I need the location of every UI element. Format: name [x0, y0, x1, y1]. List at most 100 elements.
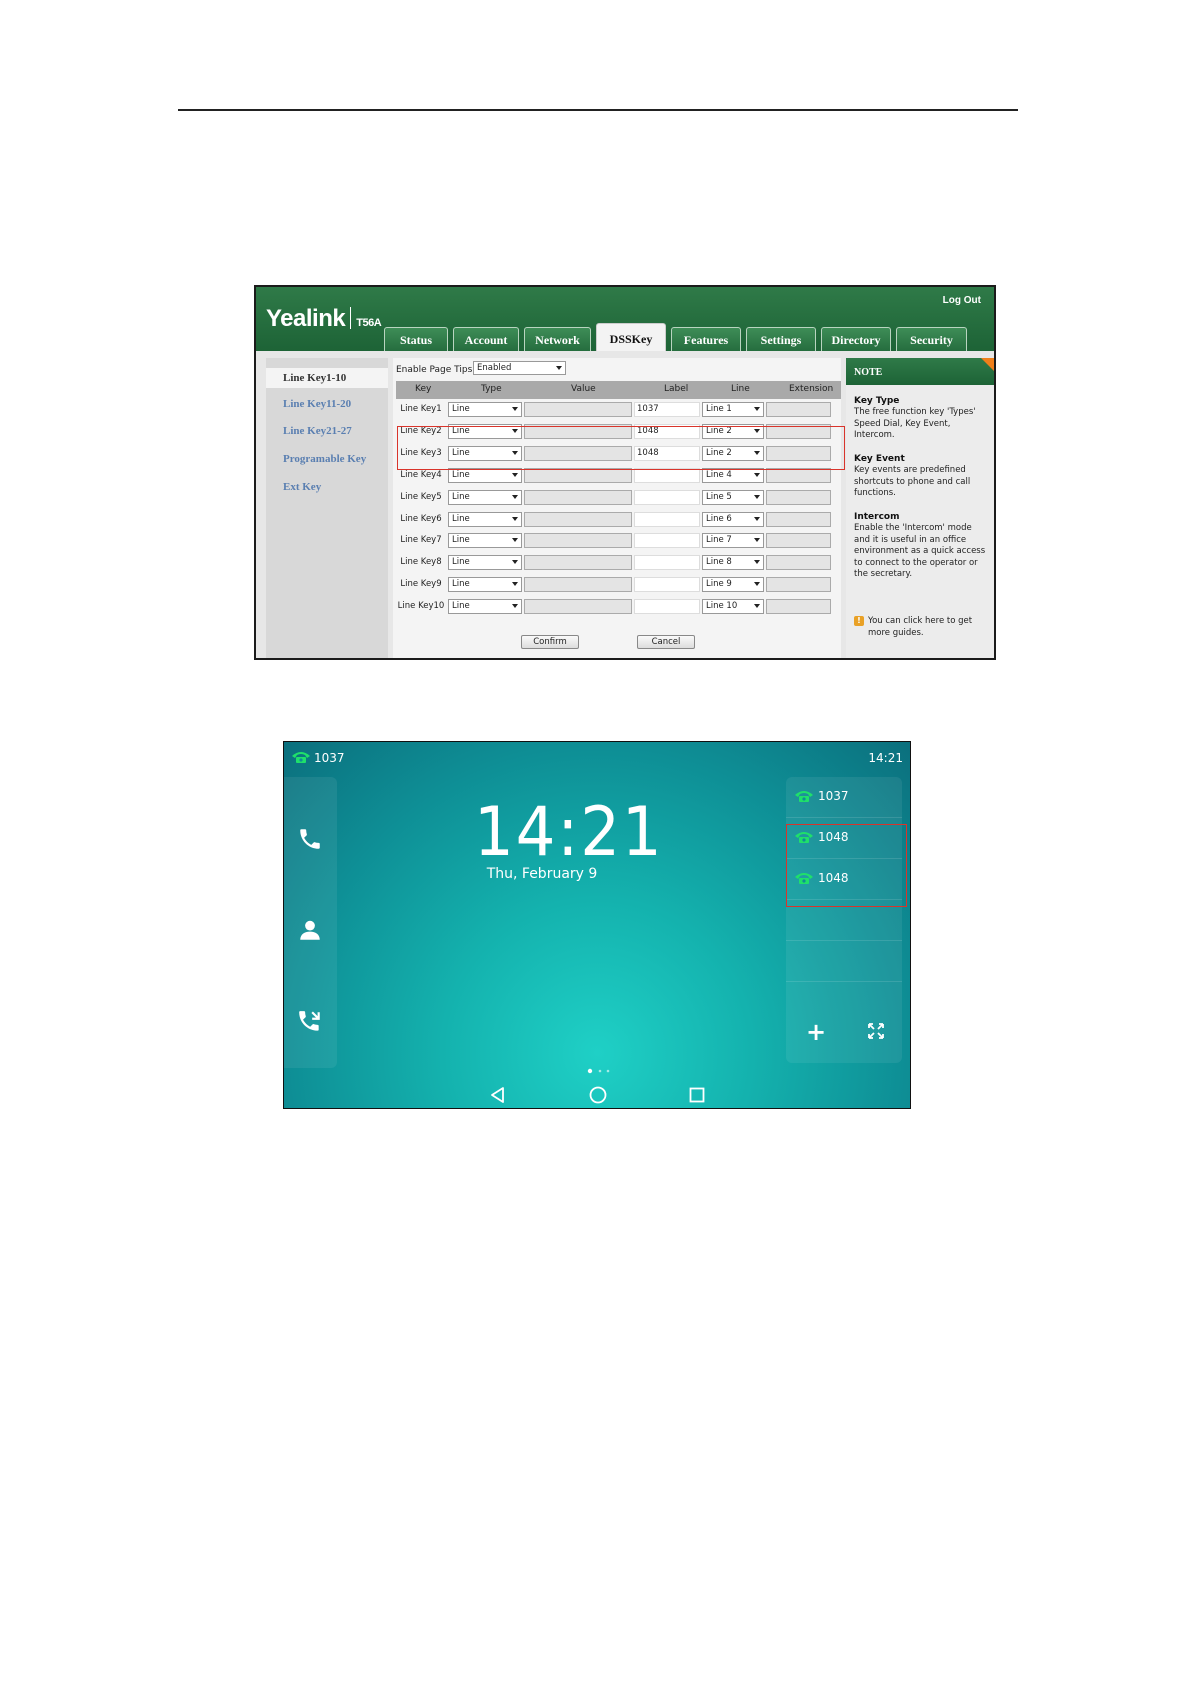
chevron-down-icon [512, 604, 518, 609]
value-field[interactable] [524, 555, 632, 571]
note-header: NOTE [846, 358, 994, 385]
page-tips-select[interactable]: Enabled [473, 361, 566, 375]
chevron-down-icon [754, 494, 760, 499]
line-select[interactable]: Line 8 [702, 555, 764, 571]
chevron-down-icon [754, 516, 760, 521]
tab-settings[interactable]: Settings [746, 327, 816, 351]
line-key-label: 1037 [818, 789, 849, 803]
label-field[interactable] [634, 511, 700, 527]
home-icon[interactable] [588, 1085, 608, 1105]
add-icon[interactable]: + [806, 1020, 826, 1044]
page-tips-label: Enable Page Tips [396, 365, 473, 375]
line-select[interactable]: Line 10 [702, 599, 764, 615]
back-icon[interactable] [488, 1085, 508, 1105]
guide-icon[interactable]: ! [854, 616, 864, 626]
line-select[interactable]: Line 1 [702, 402, 764, 417]
key-name: Line Key1 [400, 404, 442, 414]
type-select[interactable]: Line [448, 402, 522, 417]
tab-network[interactable]: Network [524, 327, 591, 351]
type-select[interactable]: Line [448, 577, 522, 593]
chevron-down-icon [512, 560, 518, 565]
chevron-down-icon [754, 538, 760, 543]
table-row: Line Key9 Line Line 9 [396, 575, 841, 596]
chevron-down-icon [512, 407, 518, 411]
tab-security[interactable]: Security [896, 327, 967, 351]
label-field[interactable] [634, 533, 700, 549]
confirm-button[interactable]: Confirm [521, 635, 579, 649]
extension-field[interactable] [766, 577, 831, 593]
extension-field[interactable] [766, 511, 831, 527]
chevron-down-icon [754, 560, 760, 565]
type-select[interactable]: Line [448, 555, 522, 571]
label-field[interactable] [634, 555, 700, 571]
key-name: Line Key7 [400, 535, 442, 546]
note-guide-link[interactable]: You can click here to get more guides. [868, 616, 988, 639]
contacts-icon[interactable] [297, 917, 323, 943]
left-dock [284, 777, 337, 1068]
note-title-key-event: Key Event [854, 454, 905, 464]
line-select[interactable]: Line 7 [702, 533, 764, 549]
line-key-panel: Enable Page Tips Enabled Key Type Value … [393, 358, 841, 658]
type-select[interactable]: Line [448, 489, 522, 505]
recent-apps-icon[interactable] [687, 1085, 707, 1105]
line-select[interactable]: Line 9 [702, 577, 764, 593]
note-title-key-type: Key Type [854, 396, 900, 406]
chevron-down-icon [556, 366, 562, 370]
chevron-down-icon [754, 582, 760, 587]
table-row: Line Key10 Line Line 10 [396, 597, 841, 618]
line-select[interactable]: Line 5 [702, 489, 764, 505]
sidebar-item-line-key1-10[interactable]: Line Key1-10 [266, 368, 388, 388]
tab-status[interactable]: Status [384, 327, 448, 351]
highlight-box-web [397, 426, 845, 470]
chevron-down-icon [754, 604, 760, 609]
value-field[interactable] [524, 599, 632, 615]
cancel-button[interactable]: Cancel [637, 635, 695, 649]
key-name: Line Key9 [400, 579, 442, 590]
value-field[interactable] [524, 489, 632, 505]
type-select[interactable]: Line [448, 533, 522, 549]
status-time: 14:21 [868, 751, 903, 765]
call-history-icon[interactable] [297, 1009, 323, 1035]
line-key-empty-6[interactable] [786, 982, 902, 1023]
idle-date: Thu, February 9 [486, 866, 598, 882]
extension-field[interactable] [766, 489, 831, 505]
value-field[interactable] [524, 577, 632, 593]
extension-field[interactable] [766, 599, 831, 615]
tab-features[interactable]: Features [671, 327, 741, 351]
line-key-empty-5[interactable] [786, 941, 902, 982]
type-select[interactable]: Line [448, 599, 522, 615]
sidebar-item-line-key11-20[interactable]: Line Key11-20 [283, 398, 351, 410]
logout-link[interactable]: Log Out [943, 295, 981, 306]
type-select[interactable]: Line [448, 511, 522, 527]
line-select[interactable]: Line 6 [702, 511, 764, 527]
line-key-1[interactable]: 1037 [786, 777, 902, 818]
label-field[interactable] [634, 577, 700, 593]
label-field[interactable]: 1037 [634, 402, 700, 417]
label-field[interactable] [634, 489, 700, 505]
phone-handset-icon[interactable] [297, 826, 323, 852]
sidebar-item-line-key21-27[interactable]: Line Key21-27 [283, 425, 352, 437]
note-panel: NOTE Key Type The free function key 'Typ… [846, 358, 994, 658]
value-field[interactable] [524, 511, 632, 527]
extension-field[interactable] [766, 402, 831, 417]
note-text-intercom: Enable the 'Intercom' mode and it is use… [854, 523, 986, 579]
extension-field[interactable] [766, 555, 831, 571]
sidebar-item-ext-key[interactable]: Ext Key [283, 481, 321, 493]
note-title-intercom: Intercom [854, 512, 900, 522]
value-field[interactable] [524, 533, 632, 549]
column-type: Type [481, 384, 502, 394]
tab-directory[interactable]: Directory [821, 327, 891, 351]
label-field[interactable] [634, 599, 700, 615]
extension-field[interactable] [766, 533, 831, 549]
chevron-down-icon [512, 538, 518, 543]
tab-account[interactable]: Account [453, 327, 519, 351]
status-account: 1037 [314, 751, 345, 765]
value-field[interactable] [524, 402, 632, 417]
chevron-down-icon [512, 582, 518, 587]
tab-dsskey[interactable]: DSSKey [596, 323, 666, 351]
expand-icon[interactable] [868, 1023, 884, 1039]
note-text-key-type: The free function key 'Types' Speed Dial… [854, 407, 976, 440]
sidebar-item-programable-key[interactable]: Programable Key [283, 453, 366, 465]
column-line: Line [731, 384, 750, 394]
note-corner-flag [981, 358, 994, 371]
